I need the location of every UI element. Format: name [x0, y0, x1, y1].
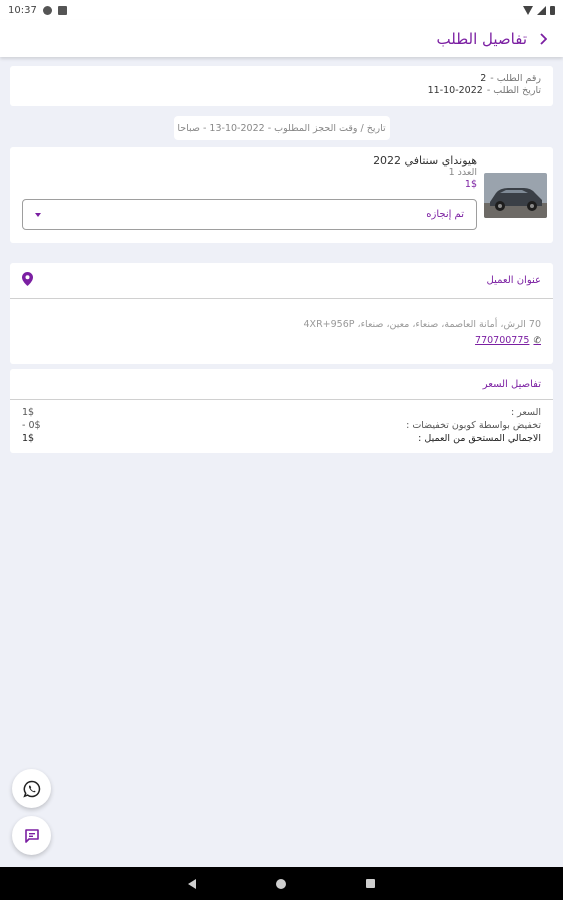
order-info-card: رقم الطلب - 2 تاريخ الطلب - 11-10-2022 — [10, 66, 553, 106]
wifi-icon — [523, 5, 533, 15]
order-status-dropdown[interactable]: تم إنجازه — [22, 199, 477, 230]
content: رقم الطلب - 2 تاريخ الطلب - 11-10-2022 ت… — [10, 66, 553, 453]
chevron-right-icon — [540, 32, 547, 45]
product-card: هيونداي سنتافي 2022 العدد 1 1$ تم إنجازه — [10, 147, 553, 243]
page-title: تفاصيل الطلب — [436, 29, 527, 48]
address-title: عنوان العميل — [486, 275, 541, 286]
product-name: هيونداي سنتافي 2022 — [373, 154, 477, 167]
price-title: تفاصيل السعر — [482, 378, 541, 390]
nav-home-icon[interactable] — [276, 878, 286, 889]
customer-phone-link[interactable]: ✆ 770700775 — [22, 333, 541, 349]
whatsapp-icon — [22, 780, 40, 797]
chat-icon — [24, 828, 39, 843]
product-quantity: العدد 1 — [448, 167, 477, 178]
discount-amount: - 0$ — [22, 420, 41, 431]
order-date-label: تاريخ الطلب - — [486, 85, 541, 96]
price-header: تفاصيل السعر — [10, 369, 553, 400]
customer-phone: 770700775 — [475, 335, 530, 346]
total-row: الاجمالي المستحق من العميل : 1$ — [22, 432, 541, 445]
dropdown-arrow-icon — [35, 212, 41, 217]
price-label: السعر : — [510, 407, 541, 418]
price-amount: 1$ — [22, 407, 35, 418]
whatsapp-button[interactable] — [12, 769, 51, 808]
total-label: الاجمالي المستحق من العميل : — [418, 433, 541, 444]
nav-back-icon[interactable] — [188, 878, 196, 889]
product-info: هيونداي سنتافي 2022 العدد 1 1$ — [373, 155, 477, 191]
order-date-value: 11-10-2022 — [427, 85, 483, 96]
address-header: عنوان العميل — [10, 263, 553, 299]
car-image[interactable] — [484, 173, 547, 218]
back-button[interactable] — [539, 32, 547, 45]
location-pin-icon[interactable] — [22, 271, 33, 290]
product-price: 1$ — [464, 179, 477, 190]
nav-recents-icon[interactable] — [366, 879, 375, 888]
address-text: 70 الرش، أمانة العاصمة، صنعاء، معين، صنع… — [303, 319, 541, 330]
phone-icon: ✆ — [533, 336, 541, 346]
sd-card-icon — [57, 5, 67, 15]
status-bar: 10:37 — [0, 0, 563, 20]
order-number-row: رقم الطلب - 2 — [22, 73, 541, 85]
order-number-label: رقم الطلب - — [490, 73, 541, 84]
address-body: 70 الرش، أمانة العاصمة، صنعاء، معين، صنع… — [10, 299, 553, 349]
status-time: 10:37 — [8, 4, 37, 16]
discount-row: تخفيض بواسطة كوبون تخفيضات : - 0$ — [22, 419, 541, 432]
system-nav-bar — [0, 867, 563, 900]
notification-icon — [42, 5, 52, 15]
order-date-row: تاريخ الطلب - 11-10-2022 — [22, 85, 541, 97]
signal-icon — [537, 5, 546, 15]
chat-button[interactable] — [12, 816, 51, 855]
order-number-value: 2 — [480, 73, 487, 84]
battery-icon — [550, 5, 555, 15]
customer-address-card: عنوان العميل 70 الرش، أمانة العاصمة، صنع… — [10, 263, 553, 364]
price-rows: السعر : 1$ تخفيض بواسطة كوبون تخفيضات : … — [10, 400, 553, 445]
discount-label: تخفيض بواسطة كوبون تخفيضات : — [406, 420, 541, 431]
booking-datetime-chip: تاريخ / وقت الحجز المطلوب - 2022-10-13 -… — [173, 116, 390, 140]
app-bar: تفاصيل الطلب — [0, 20, 563, 57]
order-status-value: تم إنجازه — [426, 209, 464, 220]
total-amount: 1$ — [22, 433, 35, 444]
price-details-card: تفاصيل السعر السعر : 1$ تخفيض بواسطة كوب… — [10, 369, 553, 453]
price-row: السعر : 1$ — [22, 406, 541, 419]
